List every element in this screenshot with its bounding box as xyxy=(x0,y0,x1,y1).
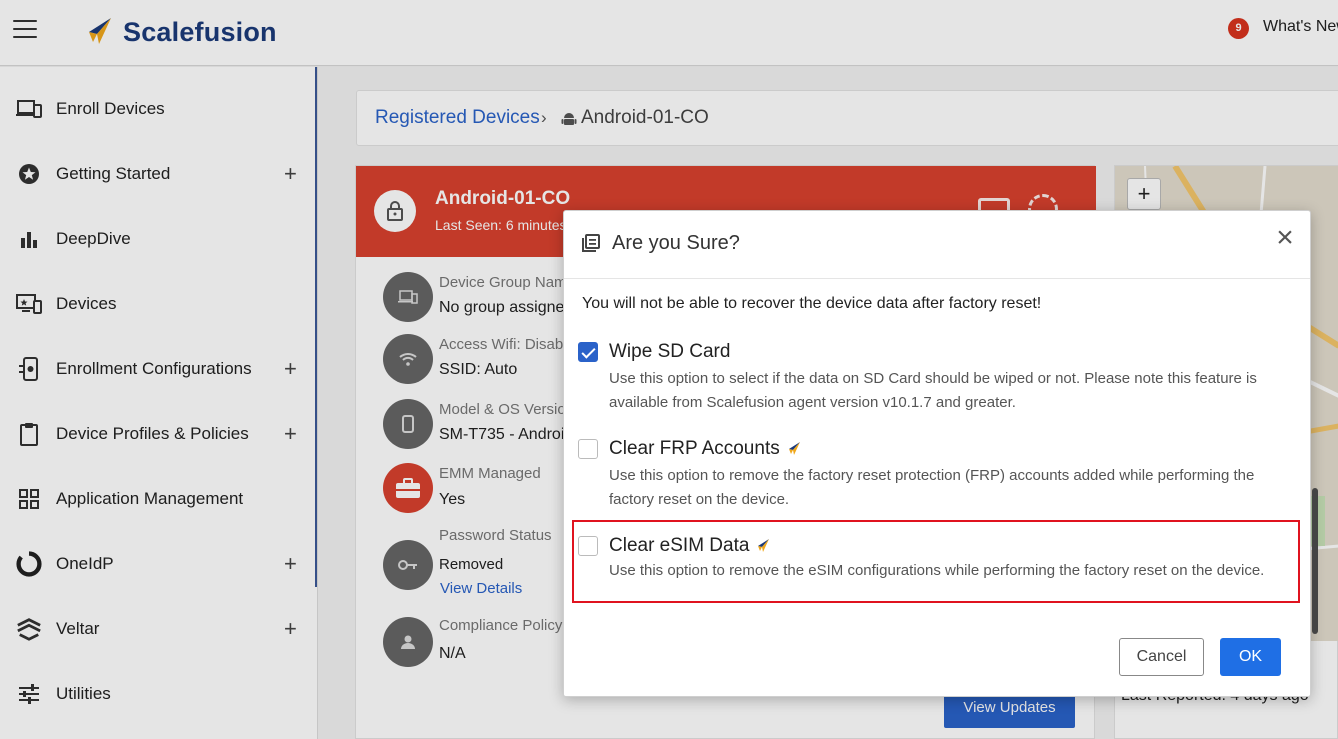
factory-reset-confirm-dialog: Are you Sure? × You will not be able to … xyxy=(563,210,1311,697)
factory-reset-warning: You will not be able to recover the devi… xyxy=(582,295,1042,312)
document-list-icon xyxy=(582,234,600,252)
option-description: Use this option to remove the factory re… xyxy=(609,467,1255,508)
option-title-text: Clear FRP Accounts xyxy=(609,438,780,459)
option-title-text: Clear eSIM Data xyxy=(609,535,750,556)
modal-header: Are you Sure? × xyxy=(564,211,1310,279)
clear-frp-accounts-checkbox[interactable] xyxy=(578,439,598,459)
scalefusion-feature-icon xyxy=(788,442,800,455)
option-description: Use this option to remove the eSIM confi… xyxy=(609,562,1265,579)
page-scrollbar-thumb[interactable] xyxy=(1312,488,1318,634)
cancel-button[interactable]: Cancel xyxy=(1119,638,1204,676)
scalefusion-feature-icon xyxy=(758,539,770,552)
wipe-sd-card-checkbox[interactable] xyxy=(578,342,598,362)
option-title: Clear eSIM Data xyxy=(609,535,771,557)
option-title-text: Wipe SD Card xyxy=(609,341,731,362)
modal-title: Are you Sure? xyxy=(612,232,740,254)
clear-esim-data-checkbox[interactable] xyxy=(578,536,598,556)
ok-button[interactable]: OK xyxy=(1220,638,1281,676)
option-title: Wipe SD Card xyxy=(609,341,730,363)
option-description: Use this option to select if the data on… xyxy=(609,370,1257,411)
close-icon[interactable]: × xyxy=(1272,223,1298,253)
option-title: Clear FRP Accounts xyxy=(609,438,802,460)
